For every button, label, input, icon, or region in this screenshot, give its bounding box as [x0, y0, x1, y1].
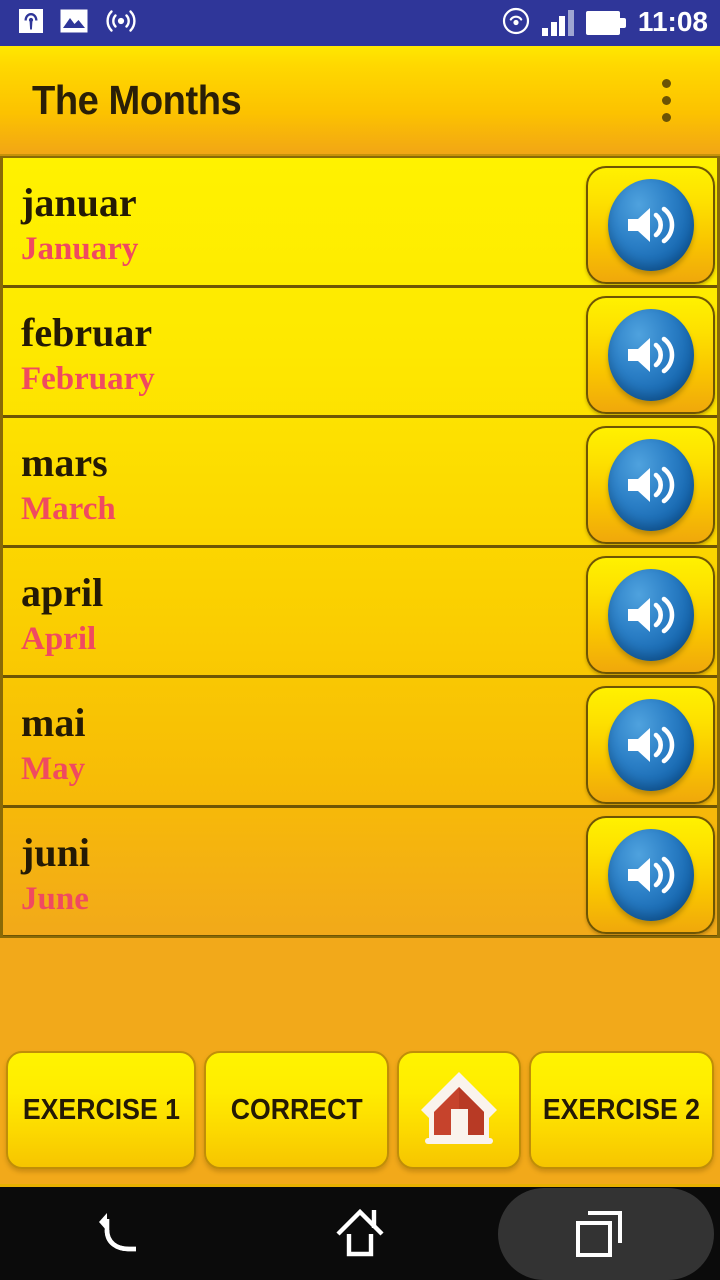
home-outline-icon: [336, 1208, 384, 1256]
translation-word: June: [21, 880, 89, 917]
native-word: mai: [21, 699, 86, 745]
speaker-volume-icon: [607, 309, 694, 401]
speaker-volume-icon: [607, 179, 694, 271]
correct-button[interactable]: CORRECT: [204, 1051, 389, 1169]
exercise-2-button[interactable]: EXERCISE 2: [529, 1051, 714, 1169]
months-list[interactable]: januar January februar February mars Mar…: [0, 156, 720, 938]
speaker-button[interactable]: [586, 166, 715, 284]
exercise-1-button[interactable]: EXERCISE 1: [6, 1051, 196, 1169]
speaker-button[interactable]: [586, 426, 715, 544]
phone-screen: 11:08 The Months januar January februar …: [0, 0, 720, 1280]
android-navigation-bar: [0, 1184, 720, 1280]
correct-label: CORRECT: [230, 1093, 363, 1126]
exercise-2-label: EXERCISE 2: [542, 1093, 701, 1126]
nav-recents-button[interactable]: [480, 1186, 720, 1280]
exercise-1-label: EXERCISE 1: [22, 1093, 180, 1126]
bottom-button-bar: EXERCISE 1 CORRECT EXERCISE 2: [0, 1036, 720, 1184]
home-button[interactable]: [397, 1051, 521, 1169]
translation-word: March: [21, 490, 116, 527]
native-word: januar: [21, 179, 137, 225]
speaker-volume-icon: [607, 439, 694, 531]
translation-word: May: [21, 750, 86, 787]
nav-home-button[interactable]: [240, 1186, 480, 1280]
native-word: februar: [21, 309, 153, 355]
speaker-volume-icon: [607, 699, 694, 791]
speaker-button[interactable]: [586, 686, 715, 804]
native-word: mars: [21, 439, 108, 485]
status-bar: 11:08: [0, 0, 720, 46]
cellular-signal-icon: [542, 10, 574, 36]
speaker-volume-icon: [607, 829, 694, 921]
nav-back-button[interactable]: [0, 1186, 240, 1280]
empty-space: [0, 938, 720, 1036]
speaker-volume-icon: [607, 569, 694, 661]
nfc-broadcast-icon: [502, 7, 530, 40]
back-arrow-icon: [99, 1212, 136, 1251]
cast-screen-icon: [18, 8, 44, 39]
speaker-button[interactable]: [586, 556, 715, 674]
speaker-button[interactable]: [586, 296, 715, 414]
status-bar-clock: 11:08: [637, 6, 708, 37]
status-bar-right-icons: 11:08: [502, 7, 708, 40]
app-bar: The Months: [0, 46, 720, 156]
translation-word: January: [21, 230, 139, 267]
recent-apps-icon: [576, 1210, 622, 1257]
native-word: juni: [21, 829, 90, 875]
image-icon: [60, 9, 88, 38]
battery-full-icon: [585, 11, 626, 35]
home-house-icon: [417, 1068, 501, 1153]
translation-word: February: [21, 360, 155, 397]
native-word: april: [21, 569, 104, 615]
wireless-signal-icon: [104, 8, 138, 39]
page-title: The Months: [32, 76, 242, 123]
translation-word: April: [21, 620, 97, 657]
speaker-button[interactable]: [586, 816, 715, 934]
status-bar-left-icons: [18, 8, 502, 39]
overflow-menu-icon[interactable]: [642, 65, 690, 135]
